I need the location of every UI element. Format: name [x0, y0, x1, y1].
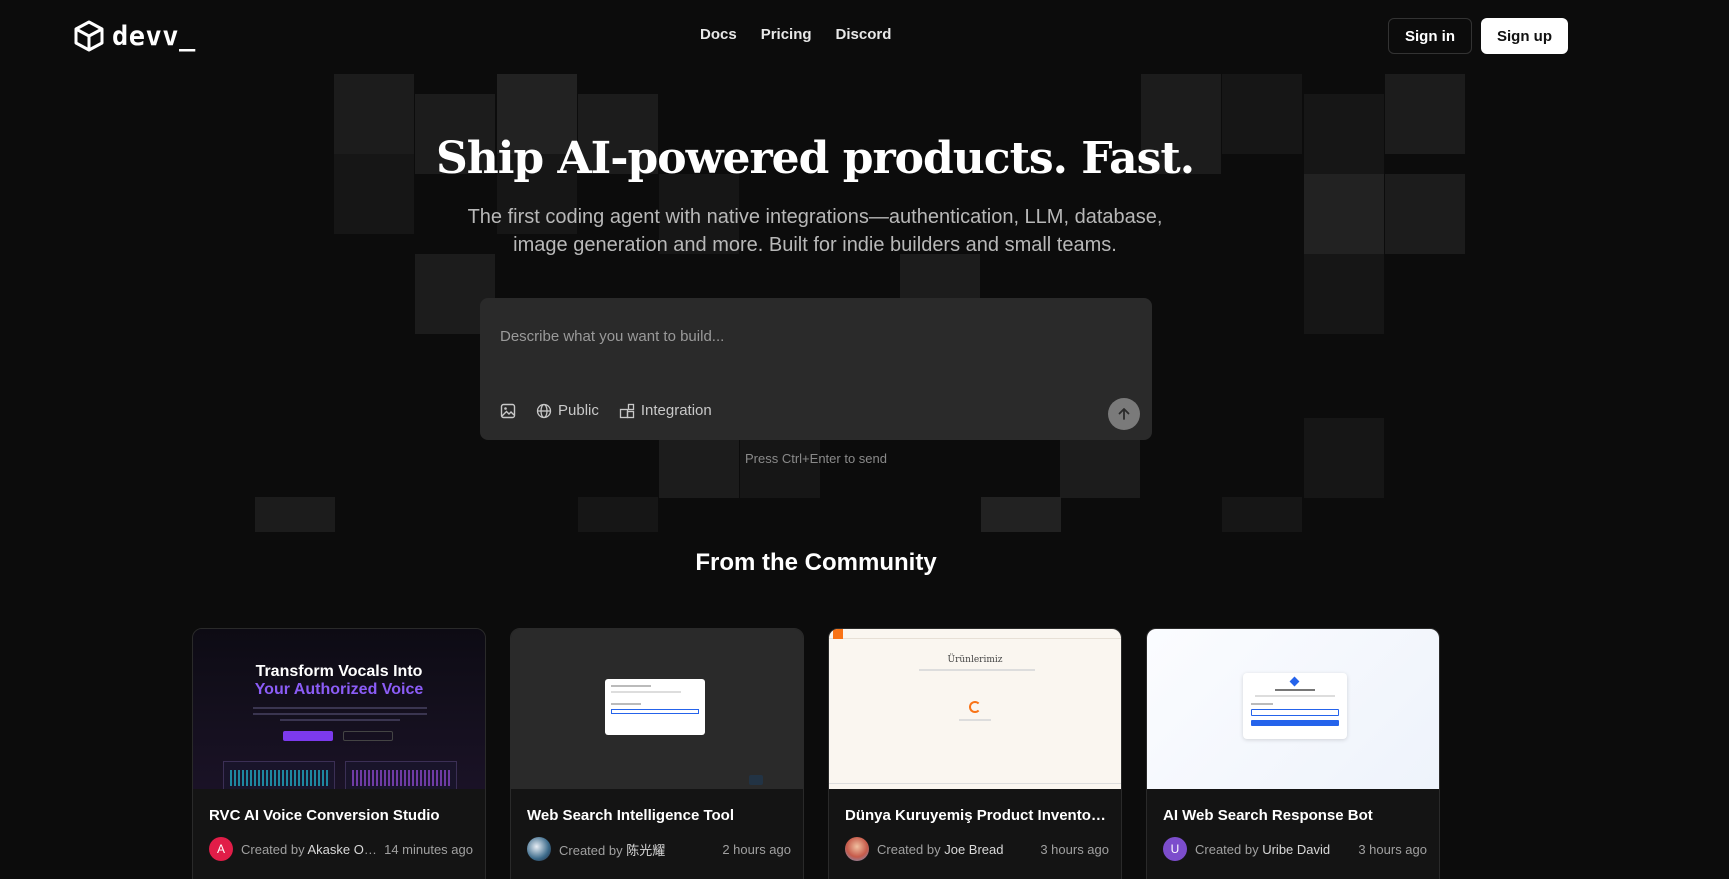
visibility-public-button[interactable]: Public — [536, 402, 599, 419]
card-title: AI Web Search Response Bot — [1163, 807, 1373, 824]
timestamp: 14 minutes ago — [384, 841, 473, 857]
main-nav: Docs Pricing Discord — [700, 26, 891, 43]
sign-in-button[interactable]: Sign in — [1388, 18, 1472, 54]
card-thumbnail — [1147, 629, 1439, 789]
thumb-heading-2: Your Authorized Voice — [254, 681, 424, 698]
community-card[interactable]: Ürünlerimiz Dünya Kuruyemiş Product Inve… — [828, 628, 1122, 879]
card-meta: Created by Joe Bread 3 hours ago — [845, 837, 1109, 861]
created-by: Created by Akaske Of... — [241, 841, 379, 857]
prompt-input[interactable] — [500, 316, 1120, 356]
prompt-box: Public Integration — [480, 298, 1152, 440]
image-upload-icon — [500, 403, 516, 418]
decorative-grid — [0, 0, 1729, 560]
hero-subtitle: The first coding agent with native integ… — [0, 203, 1630, 259]
hero-subtitle-line-2: image generation and more. Built for ind… — [513, 234, 1117, 256]
timestamp: 3 hours ago — [1040, 841, 1109, 857]
loading-spinner-icon — [969, 701, 981, 713]
community-card[interactable]: Web Search Intelligence Tool Created by … — [510, 628, 804, 879]
cube-logo-icon — [74, 20, 104, 52]
prompt-toolbar: Public Integration — [500, 402, 712, 419]
created-by: Created by 陈光耀 — [559, 842, 666, 858]
author-name: Joe Bread — [944, 841, 1004, 857]
avatar: A — [209, 837, 233, 861]
card-title: RVC AI Voice Conversion Studio — [209, 807, 440, 824]
integration-blocks-icon — [619, 403, 635, 418]
nav-discord[interactable]: Discord — [836, 26, 892, 43]
card-meta: A Created by Akaske Of... 14 minutes ago — [209, 837, 473, 861]
visibility-label: Public — [558, 402, 599, 419]
page: devv_ Docs Pricing Discord Sign in Sign … — [0, 0, 1729, 879]
card-title: Web Search Intelligence Tool — [527, 807, 734, 824]
created-by: Created by Joe Bread — [877, 841, 1004, 857]
nav-pricing[interactable]: Pricing — [761, 26, 812, 43]
globe-icon — [536, 403, 552, 418]
community-card[interactable]: Transform Vocals Into Your Authorized Vo… — [192, 628, 486, 879]
hero-subtitle-line-1: The first coding agent with native integ… — [467, 206, 1163, 228]
community-cards: Transform Vocals Into Your Authorized Vo… — [192, 628, 1440, 879]
thumb-heading-1: Transform Vocals Into — [255, 663, 423, 680]
integration-button[interactable]: Integration — [619, 402, 712, 419]
sign-up-button[interactable]: Sign up — [1481, 18, 1568, 54]
author-name: 陈光耀 — [626, 842, 666, 858]
author-name: Akaske Of... — [307, 841, 379, 857]
card-title: Dünya Kuruyemiş Product Inventory... — [845, 807, 1107, 824]
top-navbar: devv_ Docs Pricing Discord Sign in Sign … — [0, 0, 1729, 72]
created-by: Created by Uribe David — [1195, 841, 1331, 857]
auth-buttons: Sign in Sign up — [1388, 18, 1568, 54]
logo-text: devv_ — [112, 20, 196, 52]
card-thumbnail: Ürünlerimiz — [829, 629, 1121, 789]
timestamp: 2 hours ago — [722, 841, 791, 857]
hero-title: Ship AI-powered products. Fast. — [435, 133, 1195, 184]
arrow-up-icon — [1118, 408, 1130, 420]
avatar: U — [1163, 837, 1187, 861]
logo[interactable]: devv_ — [74, 20, 196, 52]
card-thumbnail: Transform Vocals Into Your Authorized Vo… — [193, 629, 485, 789]
send-button[interactable] — [1108, 398, 1140, 430]
thumb-heading: Ürünlerimiz — [947, 655, 1003, 665]
community-card[interactable]: AI Web Search Response Bot U Created by … — [1146, 628, 1440, 879]
integration-label: Integration — [640, 402, 712, 419]
avatar — [845, 837, 869, 861]
image-upload-button[interactable] — [500, 403, 516, 419]
card-meta: Created by 陈光耀 2 hours ago — [527, 837, 791, 861]
card-meta: U Created by Uribe David 3 hours ago — [1163, 837, 1427, 861]
avatar — [527, 837, 551, 861]
timestamp: 3 hours ago — [1358, 841, 1427, 857]
send-hint: Press Ctrl+Enter to send — [745, 451, 887, 466]
community-title: From the Community — [695, 549, 937, 576]
card-thumbnail — [511, 629, 803, 789]
author-name: Uribe David — [1262, 841, 1331, 857]
nav-docs[interactable]: Docs — [700, 26, 737, 43]
